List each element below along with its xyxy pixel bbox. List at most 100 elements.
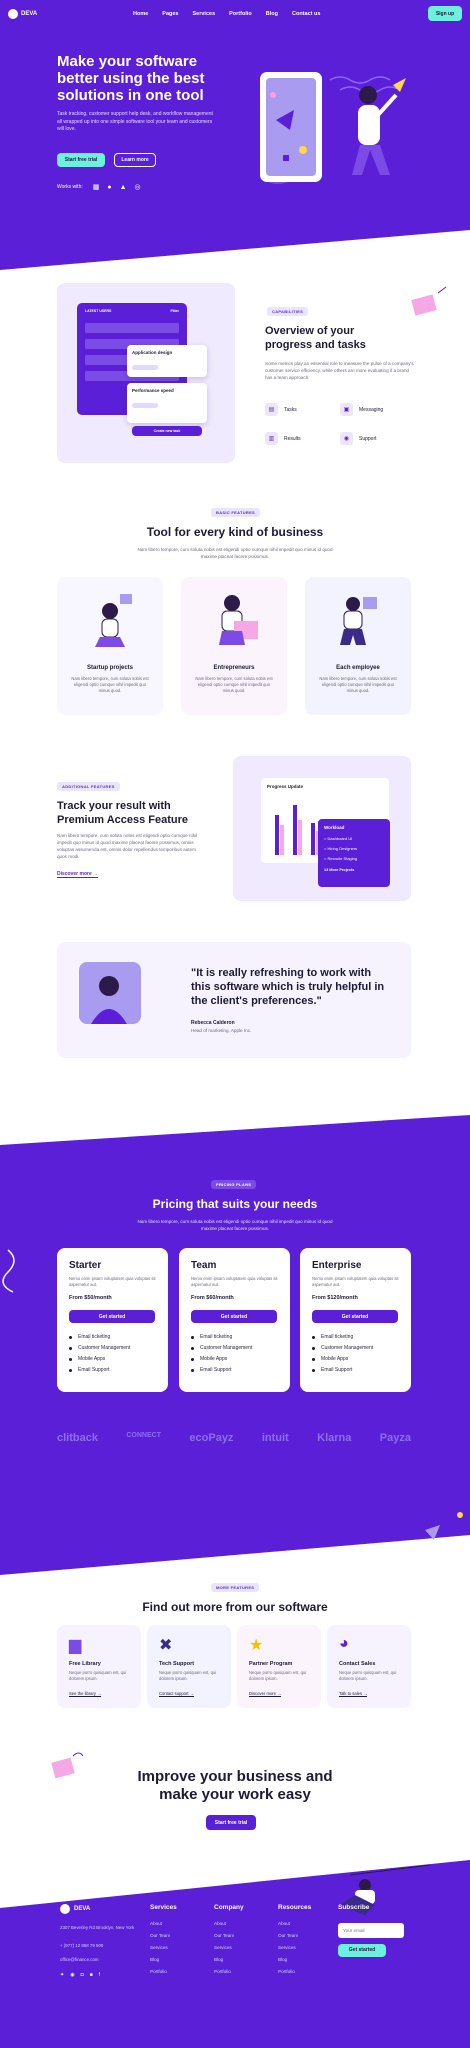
premium-title: Track your result with Premium Access Fe… xyxy=(57,800,189,826)
nav-portfolio[interactable]: Portfolio xyxy=(229,11,252,17)
subscribe-button[interactable]: Get started xyxy=(338,1943,386,1957)
task-card[interactable]: Application design xyxy=(127,345,207,377)
nav-contact[interactable]: Contact us xyxy=(292,11,320,17)
dribbble-icon[interactable]: ◉ xyxy=(70,1972,74,1978)
footer-link[interactable]: Portfolio xyxy=(278,1969,311,1974)
footer-link[interactable]: About xyxy=(214,1921,244,1926)
workload-title: Workload xyxy=(324,825,345,830)
footer-link[interactable]: Blog xyxy=(214,1957,244,1962)
footer-logo-text: DEVA xyxy=(74,1906,91,1912)
tool-card[interactable]: Each employee Nam libero tempore, cum so… xyxy=(305,577,411,715)
footer-logo[interactable]: DEVA xyxy=(60,1904,90,1914)
more-card-text: Neque porro quisquam est, qui dolorem ip… xyxy=(339,1670,397,1681)
more-card-link[interactable]: See the library → xyxy=(69,1691,102,1697)
workload-item[interactable]: Dashboard UI xyxy=(328,836,353,841)
footer-link[interactable]: Blog xyxy=(278,1957,311,1962)
plan-name: Enterprise xyxy=(312,1260,362,1271)
feature-messaging: Messaging xyxy=(359,406,384,413)
start-trial-button[interactable]: Start free trial xyxy=(57,153,105,167)
learn-more-button[interactable]: Learn more xyxy=(114,153,156,167)
task-card[interactable]: Performance speed xyxy=(127,383,207,423)
nav-blog[interactable]: Blog xyxy=(266,11,278,17)
windows-icon: ▦ xyxy=(92,184,100,191)
plan-card-enterprise: Enterprise Nemo enim ipsam voluptatem qu… xyxy=(300,1248,411,1392)
tasks-icon: ▤ xyxy=(265,403,278,416)
partner-logo: intuit xyxy=(261,1432,289,1444)
more-card-link[interactable]: Talk to sales → xyxy=(339,1691,368,1697)
capabilities-tag: CAPABILITIES xyxy=(267,307,309,316)
plan-features: Email ticketing Customer Management Mobile… xyxy=(191,1334,252,1378)
hero-illustration xyxy=(260,72,406,184)
footer-link[interactable]: About xyxy=(150,1921,177,1926)
hero-text: Task tracking, customer support help des… xyxy=(57,111,213,132)
footer-link[interactable]: Our Team xyxy=(150,1933,177,1938)
tool-card-title: Entrepreneurs xyxy=(213,665,255,671)
more-title: Find out more from our software xyxy=(142,1600,328,1614)
workload-item[interactable]: Hiring Designers xyxy=(328,846,358,851)
more-card[interactable]: ▆ Free Library Neque porro quisquam est,… xyxy=(57,1625,141,1708)
android-icon: ▲ xyxy=(119,183,127,191)
more-card-link[interactable]: Contact support → xyxy=(159,1691,194,1697)
create-task-button[interactable]: Create new task xyxy=(132,426,202,436)
partner-logo: Klarna xyxy=(317,1432,352,1444)
plan-cta-button[interactable]: Get started xyxy=(69,1310,155,1323)
footer-link[interactable]: Our Team xyxy=(278,1933,311,1938)
footer-link[interactable]: Blog xyxy=(150,1957,177,1962)
plan-cta-button[interactable]: Get started xyxy=(191,1310,277,1323)
nav-services[interactable]: Services xyxy=(193,11,216,17)
footer-link[interactable]: Services xyxy=(278,1945,311,1950)
tool-card[interactable]: Startup projects Nam libero tempore, cum… xyxy=(57,577,163,715)
more-card-title: Contact Sales xyxy=(339,1661,376,1667)
nav-pages[interactable]: Pages xyxy=(162,11,178,17)
workload-item[interactable]: Recruite Staging xyxy=(328,856,358,861)
nav-home[interactable]: Home xyxy=(133,11,148,17)
facebook-icon[interactable]: f xyxy=(99,1972,100,1978)
discover-more-link[interactable]: Discover more → xyxy=(57,871,99,878)
twitter-icon[interactable]: ✦ xyxy=(60,1972,64,1978)
plan-cta-button[interactable]: Get started xyxy=(312,1310,398,1323)
globe-icon: ◎ xyxy=(134,184,141,191)
tools-title: Tool for every kind of business xyxy=(146,525,324,539)
pricing-tag: PRICING PLANS xyxy=(211,1180,257,1189)
footer-link[interactable]: Services xyxy=(150,1945,177,1950)
more-card[interactable]: ◕ Contact Sales Neque porro quisquam est… xyxy=(327,1625,411,1708)
footer-email[interactable]: office@finance.com xyxy=(60,1957,99,1962)
footer-link[interactable]: About xyxy=(278,1921,311,1926)
additional-features-tag: ADDITIONAL FEATURES xyxy=(57,782,120,791)
footer-col-company: Company About Our Team Services Blog Portfol… xyxy=(214,1904,244,1981)
partner-logo: CONNECT xyxy=(126,1432,161,1439)
overview-text: Some metrics play an essential role to m… xyxy=(265,361,414,380)
footer-link[interactable]: Services xyxy=(214,1945,244,1950)
more-card-link-label: Talk to sales xyxy=(339,1691,363,1696)
footer-address: 2307 Beverley Rd Brooklyn, New York xyxy=(60,1925,135,1930)
instagram-icon[interactable]: ◘ xyxy=(81,1972,84,1978)
more-card-link-label: See the library xyxy=(69,1691,96,1696)
logo[interactable]: DEVA xyxy=(8,8,133,19)
testimonial-name: Rebecca Calderon xyxy=(191,1020,235,1026)
plan-feature: Mobile Apps xyxy=(69,1356,130,1362)
signup-button[interactable]: Sign up xyxy=(428,6,462,21)
overview-mockup-panel: LATEST USERS Filter Application design Pe… xyxy=(57,283,235,463)
user-list-header: LATEST USERS xyxy=(85,309,112,313)
user-list-filter[interactable]: Filter xyxy=(170,309,179,313)
more-card[interactable]: ★ Partner Program Neque porro quisquam e… xyxy=(237,1625,321,1708)
partner-logos: clitback CONNECT ecoPayz intuit Klarna P… xyxy=(57,1432,411,1444)
workload-footer[interactable]: 13 More Projects xyxy=(324,868,384,872)
plan-card-starter: Starter Nemo enim ipsam voluptatem quia … xyxy=(57,1248,168,1392)
footer-link[interactable]: Portfolio xyxy=(214,1969,244,1974)
more-card-link[interactable]: Discover more → xyxy=(249,1691,282,1697)
overview-features: ▤ Tasks ▣ Messaging ▥ Results ◉ Support xyxy=(265,403,415,445)
subscribe-email-input[interactable] xyxy=(338,1923,404,1938)
plan-feature: Mobile Apps xyxy=(191,1356,252,1362)
footer-link[interactable]: Our Team xyxy=(214,1933,244,1938)
plan-feature: Email ticketing xyxy=(191,1334,252,1340)
linkedin-icon[interactable]: ■ xyxy=(90,1972,93,1978)
more-card-text: Neque porro quisquam est, qui dolorem ip… xyxy=(249,1670,307,1681)
tool-card-text: Nam libero tempore, cum soluta nobis est… xyxy=(319,676,397,693)
social-links: ✦ ◉ ◘ ■ f xyxy=(60,1972,100,1978)
logo-text: DEVA xyxy=(21,10,38,17)
footer-link[interactable]: Portfolio xyxy=(150,1969,177,1974)
employee-illustration xyxy=(340,597,377,645)
more-card[interactable]: ✖ Tech Support Neque porro quisquam est,… xyxy=(147,1625,231,1708)
tool-card[interactable]: Entrepreneurs Nam libero tempore, cum so… xyxy=(181,577,287,715)
